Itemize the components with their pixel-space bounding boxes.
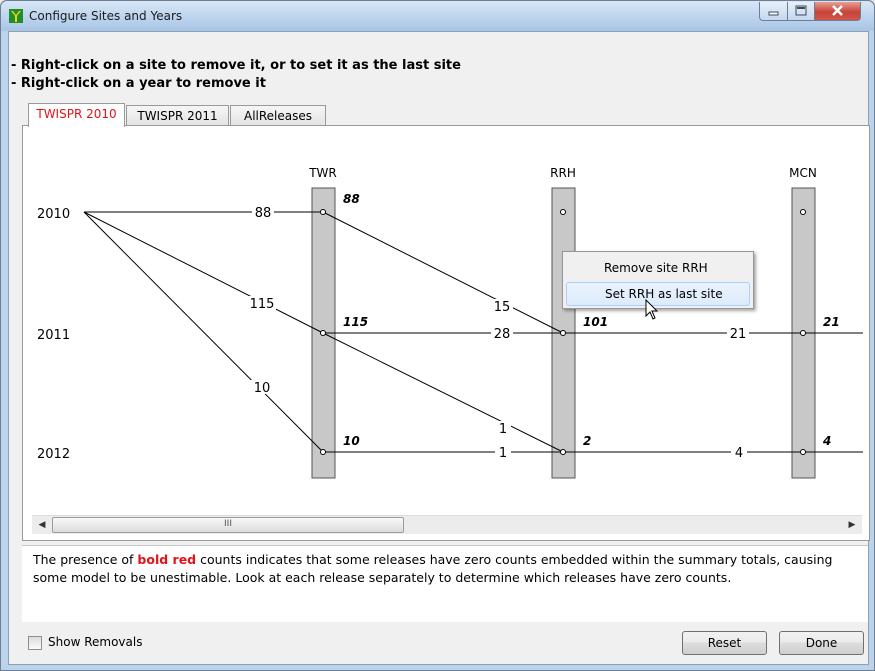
- site-total: 4: [822, 434, 831, 448]
- flow-count: 21: [730, 327, 747, 342]
- tab-twispr-2011[interactable]: TWISPR 2011: [126, 105, 229, 126]
- site-total: 101: [583, 315, 608, 329]
- flow-count: 4: [735, 446, 743, 461]
- horizontal-scrollbar[interactable]: ◀ III ▶: [32, 515, 862, 534]
- site-header-twr[interactable]: TWR: [308, 166, 337, 180]
- minimize-button[interactable]: [759, 2, 788, 21]
- flow-count: 88: [255, 206, 272, 221]
- scroll-thumb[interactable]: III: [52, 517, 404, 533]
- reset-button[interactable]: Reset: [682, 631, 767, 655]
- year-label-2012[interactable]: 2012: [37, 447, 70, 462]
- site-total: 2: [583, 434, 591, 448]
- maximize-button[interactable]: [787, 2, 815, 21]
- window-title: Configure Sites and Years: [29, 9, 183, 23]
- show-removals-label[interactable]: Show Removals: [48, 635, 142, 649]
- scroll-right-icon[interactable]: ▶: [844, 517, 860, 533]
- app-icon: [9, 9, 23, 23]
- close-button[interactable]: [814, 2, 861, 21]
- minimize-icon: [768, 11, 779, 16]
- year-label-2010[interactable]: 2010: [37, 207, 70, 222]
- site-total: 88: [343, 192, 360, 206]
- scroll-left-icon[interactable]: ◀: [34, 517, 50, 533]
- site-header-mcn[interactable]: MCN: [789, 166, 817, 180]
- instruction-years: - Right-click on a year to remove it: [11, 76, 266, 91]
- done-button[interactable]: Done: [779, 631, 864, 655]
- site-total: 10: [343, 434, 360, 448]
- flow-count: 1: [499, 446, 507, 461]
- site-total: 21: [823, 315, 840, 329]
- mouse-cursor-icon: [645, 299, 659, 320]
- site-total: 115: [343, 315, 368, 329]
- flow-count: 10: [254, 381, 271, 396]
- tab-allreleases[interactable]: AllReleases: [230, 105, 326, 126]
- site-header-rrh[interactable]: RRH: [550, 166, 576, 180]
- flow-count: 15: [494, 300, 511, 315]
- tab-twispr-2010[interactable]: TWISPR 2010: [28, 103, 125, 127]
- flow-count: 115: [250, 297, 275, 312]
- maximize-icon: [795, 5, 807, 16]
- year-label-2011[interactable]: 2011: [37, 328, 70, 343]
- bold-red-emphasis: bold red: [137, 552, 197, 567]
- flow-count: 28: [494, 327, 511, 342]
- site-year-graph: TWR RRH MCN 2010 2011 2012 88 115 10 15 …: [37, 166, 863, 479]
- warning-message: The presence of bold red counts indicate…: [22, 545, 868, 622]
- show-removals-checkbox[interactable]: [28, 636, 42, 650]
- instruction-sites: - Right-click on a site to remove it, or…: [11, 58, 461, 73]
- title-bar[interactable]: Configure Sites and Years: [1, 1, 874, 31]
- flow-count: 1: [499, 422, 507, 437]
- close-icon: [832, 5, 843, 16]
- menu-item-remove-site[interactable]: Remove site RRH: [566, 257, 748, 279]
